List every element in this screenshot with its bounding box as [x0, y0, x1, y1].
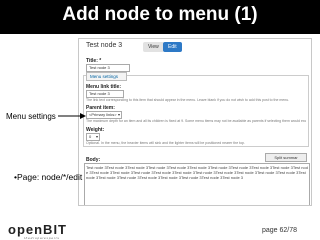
split-summary-button[interactable]: Split summar: [265, 153, 307, 162]
menu-settings-legend[interactable]: Menu settings: [86, 72, 127, 81]
drupal-node-edit-screenshot: Test node 3 View Edit Title: * Test node…: [78, 38, 312, 206]
page-path-bullet: •Page: node/*/edit: [14, 172, 83, 182]
weight-description: Optional. In the menu, the heavier items…: [86, 141, 245, 145]
tab-edit[interactable]: Edit: [163, 42, 182, 52]
node-header: Test node 3 View Edit: [79, 39, 311, 57]
menu-settings-callout: Menu settings: [6, 112, 56, 121]
parent-item-description: The maximum depth for an item and all it…: [86, 119, 306, 123]
menu-link-title-description: The link text corresponding to this item…: [86, 98, 290, 102]
parent-item-select[interactable]: <Primary links> ▾: [86, 111, 122, 119]
page-title: Test node 3: [86, 42, 123, 49]
openbit-logo: openBIT: [8, 222, 67, 237]
chevron-down-icon: ▾: [95, 134, 98, 139]
title-input[interactable]: Test node 3: [86, 64, 130, 72]
parent-item-value: <Primary links>: [89, 112, 117, 117]
menu-link-title-input[interactable]: Test node 3: [86, 90, 124, 98]
slide-title: Add node to menu (1): [62, 4, 258, 25]
body-textarea[interactable]: Test node 3Test node 3Test node 3Test no…: [84, 163, 310, 205]
weight-select[interactable]: 0 ▾: [86, 133, 100, 141]
page-number: page 62/78: [262, 227, 298, 234]
weight-value: 0: [89, 134, 92, 139]
chevron-down-icon: ▾: [117, 112, 120, 117]
arrow-icon: [58, 113, 86, 119]
tab-view[interactable]: View: [143, 42, 164, 52]
logo-tagline: t h e d r u p a l e x p e r t s: [24, 236, 59, 240]
